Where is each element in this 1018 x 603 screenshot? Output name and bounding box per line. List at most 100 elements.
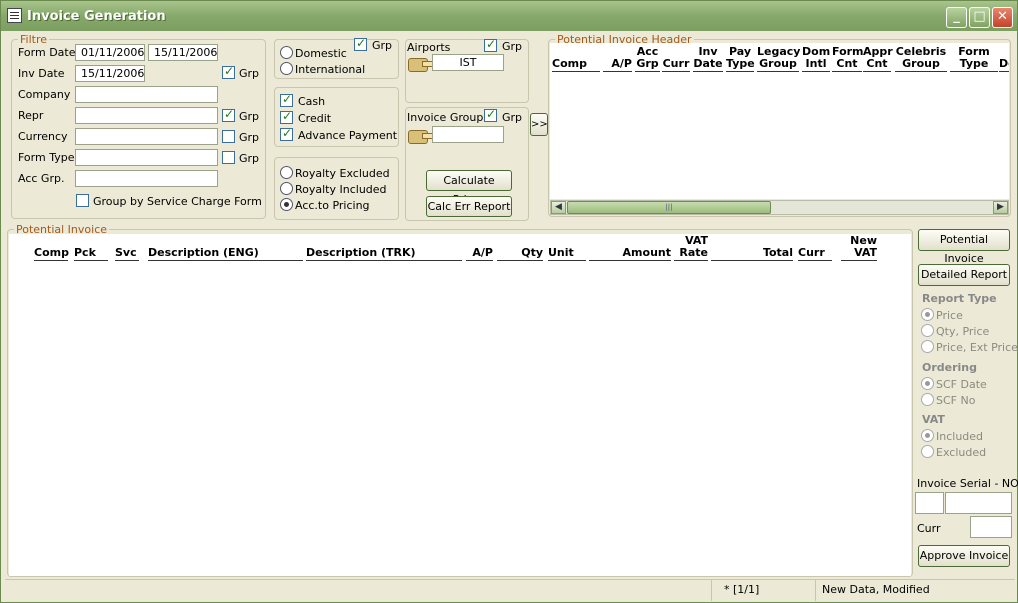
detailed-report-button[interactable]: Detailed Report [918, 264, 1010, 286]
minimize-icon[interactable]: _ [946, 7, 967, 28]
credit-checkbox[interactable] [280, 109, 293, 124]
form-type-field[interactable] [75, 149, 218, 166]
header-grid-column-header[interactable]: Appr Cnt [863, 46, 893, 72]
vat-excluded-radio[interactable] [921, 445, 934, 458]
scf-no-label: SCF No [936, 394, 976, 407]
invoice-grid-column-header[interactable]: New VAT [841, 235, 877, 261]
column-header-text: Cnt [836, 57, 858, 70]
price-radio[interactable] [921, 308, 934, 321]
header-grid-column-header[interactable]: Curr [662, 58, 690, 72]
column-header-text: Cnt [866, 57, 888, 70]
curr-field[interactable] [970, 516, 1012, 538]
invoice-grid-column-header[interactable]: Comp [34, 246, 69, 261]
invoice-grid-column-header[interactable]: Svc [115, 247, 139, 261]
pointing-hand-icon[interactable] [408, 58, 433, 72]
qty-price-radio[interactable] [921, 324, 934, 337]
form-type-grp-checkbox[interactable] [222, 151, 235, 164]
header-grid-column-header[interactable]: Form Type [950, 46, 998, 72]
invoice-grid-column-header[interactable]: A/P [466, 247, 493, 261]
invoice-grid-column-header[interactable]: Total [711, 247, 793, 261]
airports-field[interactable]: IST [432, 54, 504, 71]
maximize-icon[interactable]: □ [969, 7, 990, 28]
cash-label: Cash [298, 95, 326, 108]
royalty-excluded-label: Royalty Excluded [295, 167, 390, 180]
app-menu-icon[interactable] [7, 8, 22, 23]
column-header-text: Group [902, 57, 940, 70]
pointing-hand-icon[interactable] [408, 130, 433, 144]
invoice-groups-label: Invoice Groups [407, 111, 490, 124]
invoice-serial-field[interactable] [915, 492, 944, 514]
price-ext-price-radio[interactable] [921, 340, 934, 353]
scope-grp-checkbox[interactable] [354, 36, 367, 51]
invoice-groups-grp-checkbox[interactable] [484, 107, 497, 122]
header-grid-column-header[interactable]: Form Cnt [832, 46, 864, 72]
form-date-from-field[interactable]: 01/11/2006 [75, 44, 145, 61]
invoice-generation-window: Invoice Generation _ □ ✕ Filtre Form Dat… [0, 0, 1018, 603]
currency-grp-checkbox[interactable] [222, 130, 235, 143]
potential-invoice-button[interactable]: Potential Invoice [918, 229, 1010, 265]
acc-to-pricing-label: Acc.to Pricing [295, 199, 370, 212]
repr-grp-checkbox[interactable] [222, 107, 235, 122]
credit-label: Credit [298, 112, 332, 125]
form-date-to-field[interactable]: 15/11/2006 [148, 44, 218, 61]
header-grid-column-header[interactable]: Celebris Group [895, 46, 947, 72]
advance-payment-checkbox[interactable] [280, 126, 293, 141]
invoice-grid-column-header[interactable]: Qty [497, 247, 543, 261]
header-grid-column-header[interactable]: A/P [603, 58, 632, 72]
domestic-radio[interactable] [280, 46, 293, 59]
header-grid-column-header[interactable]: Inv Date [693, 46, 723, 72]
grp-label: Grp [239, 110, 260, 123]
airports-grp-checkbox[interactable] [484, 37, 497, 52]
header-grid-column-header[interactable]: Comp [552, 58, 600, 72]
column-header-text: Group [759, 57, 797, 70]
invoice-grid-column-header[interactable]: Description (TRK) [306, 247, 462, 261]
expand-button[interactable]: >> [530, 113, 548, 136]
company-field[interactable] [75, 86, 218, 103]
scf-no-radio[interactable] [921, 393, 934, 406]
invoice-grid-column-header[interactable]: VAT Rate [674, 235, 708, 261]
column-header-text: Comp [34, 246, 69, 259]
header-grid-column-header[interactable]: De [999, 58, 1009, 72]
royalty-excluded-radio[interactable] [280, 166, 293, 179]
invoice-serial-label: Invoice Serial - NO [917, 477, 1018, 490]
invoice-grid-column-header[interactable]: Unit [548, 247, 586, 261]
scroll-left-icon[interactable]: ◀ [551, 201, 566, 214]
royalty-included-radio[interactable] [280, 182, 293, 195]
currency-field[interactable] [75, 128, 218, 145]
header-grid-column-header[interactable]: Legacy Group [757, 46, 800, 72]
company-label: Company [18, 88, 71, 101]
header-grid-column-header[interactable]: Pay Type [726, 46, 755, 72]
header-grid-scrollbar[interactable]: ◀ ||| ▶ [550, 200, 1009, 215]
invoice-groups-field[interactable] [432, 126, 504, 143]
cash-checkbox[interactable] [280, 92, 293, 107]
header-grid-column-header[interactable]: Acc Grp [635, 46, 660, 72]
invoice-grid-column-header[interactable]: Curr [798, 247, 832, 261]
close-icon[interactable]: ✕ [992, 7, 1013, 28]
ordering-label: Ordering [922, 361, 978, 374]
invoice-no-field[interactable] [945, 492, 1012, 514]
repr-field[interactable] [75, 107, 218, 124]
international-radio[interactable] [280, 62, 293, 75]
domestic-label: Domestic [295, 47, 347, 60]
invoice-grid-column-header[interactable]: Pck [74, 247, 108, 261]
inv-date-field[interactable]: 15/11/2006 [75, 65, 145, 82]
calc-err-report-button[interactable]: Calc Err Report [426, 196, 512, 217]
potential-invoice-grid[interactable] [9, 234, 911, 576]
scroll-thumb[interactable]: ||| [567, 201, 771, 214]
acc-to-pricing-radio[interactable] [280, 198, 293, 211]
group-by-scf-checkbox[interactable] [76, 194, 89, 207]
invoice-grid-column-header[interactable]: Amount [589, 247, 671, 261]
report-type-label: Report Type [922, 292, 997, 305]
approve-invoice-button[interactable]: Approve Invoice [918, 545, 1010, 567]
column-header-text: Total [762, 246, 793, 259]
vat-included-radio[interactable] [921, 429, 934, 442]
repr-label: Repr [18, 109, 44, 122]
inv-date-grp-checkbox[interactable] [222, 64, 235, 79]
invoice-grid-column-header[interactable]: Description (ENG) [148, 247, 303, 261]
calculate-prices-button[interactable]: Calculate Prices [426, 170, 512, 206]
acc-grp-field[interactable] [75, 170, 218, 187]
header-grid-column-header[interactable]: Dom Intl [802, 46, 830, 72]
scf-date-radio[interactable] [921, 377, 934, 390]
column-header-text: Svc [115, 246, 137, 259]
scroll-right-icon[interactable]: ▶ [993, 201, 1008, 214]
